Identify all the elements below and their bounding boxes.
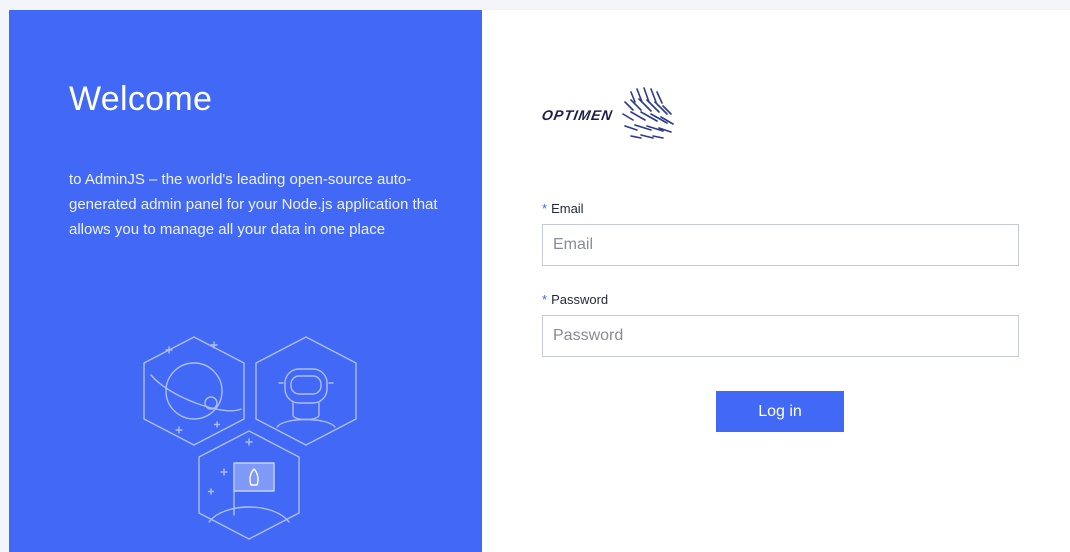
log-in-button[interactable]: Log in [716, 391, 844, 432]
password-input[interactable] [542, 315, 1019, 357]
login-card: Welcome to AdminJS – the world's leading… [9, 10, 1070, 552]
email-label-text: Email [551, 201, 584, 216]
welcome-text: to AdminJS – the world's leading open-so… [69, 171, 438, 238]
form-panel: OPTIMEN [482, 10, 1070, 552]
rocket-flag-icon [198, 430, 300, 540]
password-required-mark: * [542, 292, 548, 307]
welcome-title: Welcome [69, 80, 213, 118]
brand-wordmark: OPTIMEN [540, 107, 615, 123]
astronaut-icon [255, 336, 357, 446]
welcome-panel: Welcome to AdminJS – the world's leading… [9, 10, 482, 552]
planet-icon [143, 336, 245, 446]
email-field-group: * Email [542, 201, 1019, 266]
email-input[interactable] [542, 224, 1019, 266]
welcome-illustration [143, 336, 357, 540]
email-label: * Email [542, 201, 1019, 216]
password-label: * Password [542, 292, 1019, 307]
password-field-group: * Password [542, 292, 1019, 357]
email-required-mark: * [542, 201, 548, 216]
password-label-text: Password [551, 292, 609, 307]
brand-logo: OPTIMEN [540, 80, 742, 150]
optimen-logo-icon [621, 87, 674, 139]
